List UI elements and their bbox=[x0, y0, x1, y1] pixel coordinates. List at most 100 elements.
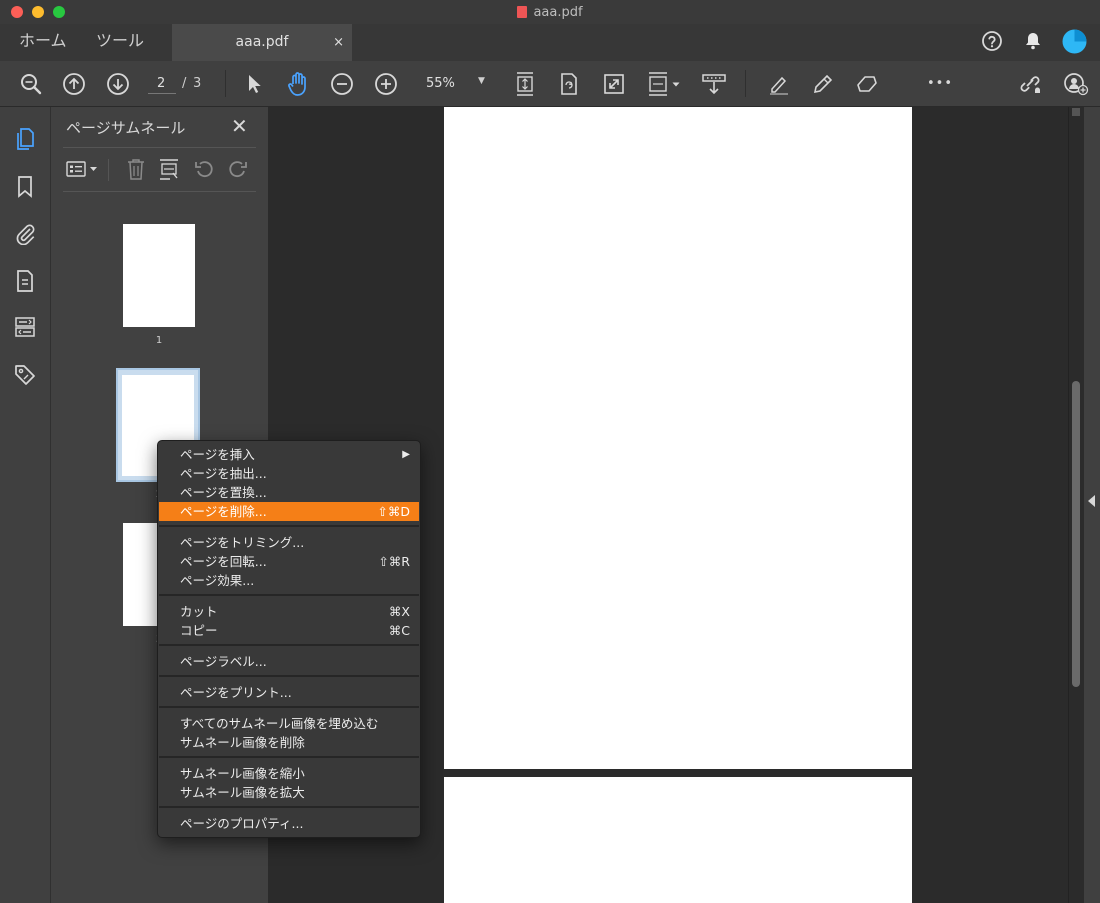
menu-separator bbox=[159, 644, 419, 646]
pencil-icon[interactable] bbox=[810, 61, 836, 106]
context-menu-item[interactable]: コピー ⌘C bbox=[159, 621, 419, 640]
window-title: aaa.pdf bbox=[0, 0, 1100, 24]
expand-right-panel-icon[interactable] bbox=[1088, 495, 1095, 507]
context-menu-item[interactable]: ページを回転... ⇧⌘R bbox=[159, 552, 419, 571]
menu-item-label: ページ効果... bbox=[180, 573, 255, 588]
tag-icon[interactable] bbox=[0, 357, 50, 393]
context-menu-item[interactable]: ページをプリント... bbox=[159, 683, 419, 702]
menu-item-label: すべてのサムネール画像を埋め込む bbox=[180, 716, 379, 731]
pdf-file-icon bbox=[517, 6, 528, 18]
close-tab-button[interactable]: × bbox=[333, 24, 344, 61]
insert-page-icon[interactable] bbox=[156, 155, 182, 183]
page-thumbnail-1[interactable] bbox=[123, 224, 195, 327]
context-menu-item[interactable]: ページを挿入 ▶ bbox=[159, 445, 419, 464]
close-panel-icon[interactable]: ✕ bbox=[231, 114, 248, 138]
menu-separator bbox=[159, 594, 419, 596]
page-total: 3 bbox=[193, 76, 202, 91]
context-menu-item[interactable]: ページ効果... bbox=[159, 571, 419, 590]
menu-item-shortcut: ⌘C bbox=[388, 623, 410, 638]
document-page-3[interactable] bbox=[444, 777, 912, 903]
highlight-pen-icon[interactable] bbox=[766, 61, 792, 106]
tab-bar: ホーム ツール aaa.pdf × bbox=[0, 24, 1100, 62]
panel-divider bbox=[63, 191, 256, 192]
hand-tool-icon[interactable] bbox=[285, 61, 311, 106]
document-page-icon[interactable] bbox=[0, 263, 50, 299]
attachment-paperclip-icon[interactable] bbox=[0, 215, 50, 251]
zoom-level-select[interactable]: 55% ▼ bbox=[414, 74, 494, 94]
menu-separator bbox=[159, 806, 419, 808]
right-panel-toggle-strip[interactable] bbox=[1084, 107, 1100, 903]
menu-item-label: ページを抽出... bbox=[180, 466, 267, 481]
context-menu-item[interactable]: カット ⌘X bbox=[159, 602, 419, 621]
zoom-out-icon[interactable] bbox=[329, 61, 355, 106]
page-number-input[interactable]: 2 bbox=[148, 74, 176, 94]
submenu-arrow-icon: ▶ bbox=[402, 449, 410, 460]
menu-item-shortcut: ⇧⌘R bbox=[378, 554, 410, 569]
toolbar-divider bbox=[225, 70, 226, 97]
eraser-icon[interactable] bbox=[854, 61, 880, 106]
panel-divider bbox=[63, 147, 256, 148]
thumbnail-label-1: 1 bbox=[155, 335, 163, 346]
zoom-search-icon[interactable] bbox=[18, 61, 44, 106]
user-avatar[interactable] bbox=[1062, 29, 1087, 54]
page-separator: / bbox=[182, 76, 187, 91]
select-arrow-icon[interactable] bbox=[242, 61, 266, 106]
scrollbar-top-cap bbox=[1072, 108, 1080, 116]
context-menu-item[interactable]: サムネール画像を削除 bbox=[159, 733, 419, 752]
menu-item-label: ページを回転... bbox=[180, 554, 267, 569]
window-titlebar: aaa.pdf bbox=[0, 0, 1100, 25]
tab-home[interactable]: ホーム bbox=[19, 24, 67, 61]
navigation-rail bbox=[0, 107, 51, 903]
previous-page-icon[interactable] bbox=[61, 61, 87, 106]
main-toolbar: 2 / 3 55% ▼ ••• bbox=[0, 61, 1100, 107]
scroll-mode-icon[interactable] bbox=[701, 61, 727, 106]
menu-item-shortcut: ⌘X bbox=[388, 604, 410, 619]
rotate-left-icon[interactable] bbox=[191, 155, 217, 183]
menu-separator bbox=[159, 706, 419, 708]
full-screen-icon[interactable] bbox=[601, 61, 627, 106]
menu-separator bbox=[159, 756, 419, 758]
context-menu-item[interactable]: ページラベル... bbox=[159, 652, 419, 671]
menu-item-label: サムネール画像を削除 bbox=[180, 735, 305, 750]
more-options-icon[interactable]: ••• bbox=[924, 61, 956, 106]
menu-item-label: ページをトリミング... bbox=[180, 535, 305, 550]
context-menu-item[interactable]: ページを削除... ⇧⌘D bbox=[159, 502, 419, 521]
context-menu-item[interactable]: ページを置換... bbox=[159, 483, 419, 502]
thumbnail-options-menu[interactable] bbox=[64, 155, 102, 183]
help-icon[interactable] bbox=[981, 30, 1003, 52]
document-page-2[interactable] bbox=[444, 107, 912, 769]
notification-bell-icon[interactable] bbox=[1022, 30, 1044, 52]
zoom-in-icon[interactable] bbox=[373, 61, 399, 106]
page-number-value: 2 bbox=[157, 76, 166, 91]
context-menu-item[interactable]: サムネール画像を拡大 bbox=[159, 783, 419, 802]
layers-icon[interactable] bbox=[0, 309, 50, 345]
menu-separator bbox=[159, 525, 419, 527]
context-menu-item[interactable]: サムネール画像を縮小 bbox=[159, 764, 419, 783]
thumbnail-context-menu: ページを挿入 ▶ ページを抽出... ページを置換... ページを削除... ⇧⌘D ページ… bbox=[157, 440, 421, 838]
delete-trash-icon[interactable] bbox=[123, 155, 149, 183]
bookmark-icon[interactable] bbox=[0, 169, 50, 205]
context-menu-item[interactable]: すべてのサムネール画像を埋め込む bbox=[159, 714, 419, 733]
context-menu-item[interactable]: ページをトリミング... bbox=[159, 533, 419, 552]
tab-tools[interactable]: ツール bbox=[96, 24, 144, 61]
tab-document[interactable]: aaa.pdf × bbox=[172, 24, 352, 61]
rotate-right-icon[interactable] bbox=[225, 155, 251, 183]
window-title-text: aaa.pdf bbox=[533, 4, 583, 20]
menu-item-label: ページをプリント... bbox=[180, 685, 292, 700]
context-menu-item[interactable]: ページを抽出... bbox=[159, 464, 419, 483]
menu-item-label: ページを置換... bbox=[180, 485, 267, 500]
add-user-icon[interactable] bbox=[1062, 61, 1090, 106]
share-link-icon[interactable] bbox=[1016, 61, 1044, 106]
menu-item-shortcut: ⇧⌘D bbox=[377, 504, 410, 519]
scrollbar-thumb[interactable] bbox=[1072, 381, 1080, 687]
fit-page-icon[interactable] bbox=[512, 61, 538, 106]
rotate-page-icon[interactable] bbox=[556, 61, 582, 106]
menu-item-label: ページラベル... bbox=[180, 654, 267, 669]
context-menu-item[interactable]: ページのプロパティ... bbox=[159, 814, 419, 833]
menu-item-label: カット bbox=[180, 604, 218, 619]
page-layout-icon[interactable] bbox=[645, 61, 683, 106]
panel-toolbar-divider bbox=[108, 159, 109, 181]
next-page-icon[interactable] bbox=[105, 61, 131, 106]
menu-item-label: コピー bbox=[180, 623, 218, 638]
page-thumbnails-icon[interactable] bbox=[0, 121, 50, 157]
